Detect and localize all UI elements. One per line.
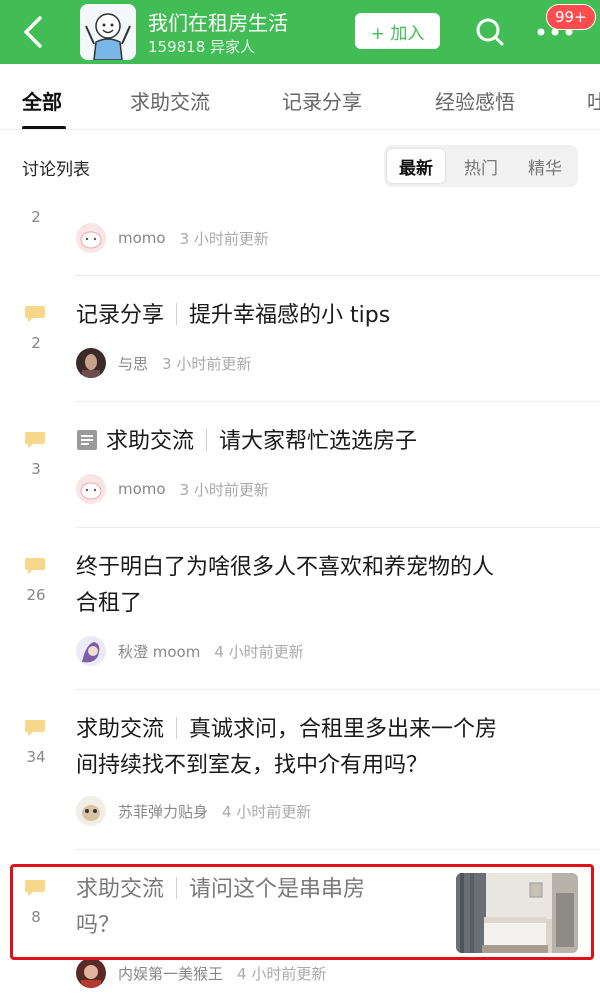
post-title[interactable]: 终于明白了为啥很多人不喜欢和养宠物的人 合租了 xyxy=(76,550,494,622)
sort-selector: 最新 热门 精华 xyxy=(384,145,578,187)
post-tag[interactable]: 记录分享 xyxy=(76,303,164,328)
comment-icon xyxy=(25,720,45,736)
category-tabs: 全部 求助交流 记录分享 经验感悟 吐 xyxy=(0,64,600,130)
post-meta: momo 3 小时前更新 xyxy=(76,474,269,504)
post-title-line1: 请问这个是串串房 xyxy=(189,877,366,902)
post-meta: 秋澄 moom 4 小时前更新 xyxy=(76,636,304,666)
comment-icon xyxy=(25,558,45,574)
post-title[interactable]: 求助交流 请大家帮忙选选房子 xyxy=(76,424,417,460)
update-time: 3 小时前更新 xyxy=(162,354,252,373)
comment-count: 2 xyxy=(31,334,41,352)
post-title-line2: 合租了 xyxy=(76,591,143,616)
tab-share[interactable]: 记录分享 xyxy=(282,86,362,115)
list-item[interactable]: 2 记录分享 提升幸福感的小 tips 与思 3 小时前更新 xyxy=(0,276,600,402)
back-arrow-icon[interactable] xyxy=(18,12,48,52)
comment-icon xyxy=(25,880,45,896)
avatar[interactable] xyxy=(76,636,106,666)
post-title-text: 提升幸福感的小 tips xyxy=(189,303,391,328)
update-time: 4 小时前更新 xyxy=(222,802,312,821)
avatar[interactable] xyxy=(76,958,106,988)
group-header: 我们在租房生活 159818 异家人 + 加入 99+ xyxy=(0,0,600,64)
comment-count: 2 xyxy=(31,208,41,226)
comment-count: 8 xyxy=(31,908,41,926)
sort-featured[interactable]: 精华 xyxy=(516,149,574,183)
post-tag[interactable]: 求助交流 xyxy=(76,717,164,742)
post-tag[interactable]: 求助交流 xyxy=(106,429,194,454)
avatar[interactable] xyxy=(76,223,106,253)
sort-hot[interactable]: 热门 xyxy=(452,149,510,183)
tab-more[interactable]: 吐 xyxy=(587,86,600,115)
post-title-line2: 间持续找不到室友，找中介有用吗？ xyxy=(76,753,429,778)
list-item[interactable]: 3 求助交流 请大家帮忙选选房子 momo 3 小时前更新 xyxy=(0,402,600,528)
post-title-line1: 终于明白了为啥很多人不喜欢和养宠物的人 xyxy=(76,555,495,580)
comment-count: 34 xyxy=(26,748,46,766)
list-title: 讨论列表 xyxy=(22,160,90,180)
tab-experience[interactable]: 经验感悟 xyxy=(435,86,515,115)
author-name[interactable]: 苏菲弹力贴身 xyxy=(118,801,208,822)
document-icon xyxy=(77,430,97,450)
group-title: 我们在租房生活 xyxy=(148,11,288,35)
tab-all[interactable]: 全部 xyxy=(22,86,62,115)
active-tab-indicator xyxy=(22,126,66,129)
post-title[interactable]: 求助交流 请问这个是串串房吗？ xyxy=(76,872,365,944)
list-item[interactable]: 26 终于明白了为啥很多人不喜欢和养宠物的人 合租了 秋澄 moom 4 小时前更… xyxy=(0,528,600,690)
post-tag[interactable]: 求助交流 xyxy=(76,877,164,902)
post-meta: momo 3 小时前更新 xyxy=(76,223,269,253)
update-time: 4 小时前更新 xyxy=(214,642,304,661)
author-name[interactable]: 与思 xyxy=(118,353,148,374)
discussion-list-header: 讨论列表 最新 热门 精华 xyxy=(0,131,600,203)
author-name[interactable]: momo xyxy=(118,480,166,498)
avatar[interactable] xyxy=(76,796,106,826)
search-icon[interactable] xyxy=(470,12,510,52)
comment-count: 26 xyxy=(26,586,46,604)
post-thumbnail[interactable] xyxy=(456,873,578,953)
sort-latest[interactable]: 最新 xyxy=(387,149,445,183)
avatar[interactable] xyxy=(76,348,106,378)
post-title-line2: 吗？ xyxy=(76,913,121,938)
tab-help[interactable]: 求助交流 xyxy=(130,86,210,115)
discussion-list: 2 momo 3 小时前更新 2 记录分享 提升幸福感的小 tips 与思 3 小… xyxy=(0,170,600,997)
post-title[interactable]: 求助交流 真诚求问，合租里多出来一个房间持续找不到室友，找中介有用吗？ xyxy=(76,712,497,784)
list-item[interactable]: 8 求助交流 请问这个是串串房吗？ 内娱第一美猴王 4 小时前更新 xyxy=(0,850,600,997)
post-meta: 苏菲弹力贴身 4 小时前更新 xyxy=(76,796,311,826)
author-name[interactable]: momo xyxy=(118,229,166,247)
update-time: 3 小时前更新 xyxy=(179,480,269,499)
update-time: 4 小时前更新 xyxy=(237,964,327,983)
comment-icon xyxy=(25,432,45,448)
comment-icon xyxy=(25,306,45,322)
notification-badge: 99+ xyxy=(546,4,596,30)
member-count: 159818 异家人 xyxy=(148,38,256,56)
author-name[interactable]: 秋澄 moom xyxy=(118,641,200,662)
post-meta: 内娱第一美猴王 4 小时前更新 xyxy=(76,958,326,988)
join-group-button[interactable]: + 加入 xyxy=(355,13,440,49)
comment-count: 3 xyxy=(31,460,41,478)
post-title-line1: 真诚求问，合租里多出来一个房 xyxy=(189,717,498,742)
post-meta: 与思 3 小时前更新 xyxy=(76,348,251,378)
author-name[interactable]: 内娱第一美猴王 xyxy=(118,963,223,984)
group-avatar[interactable] xyxy=(80,4,136,60)
list-item[interactable]: 34 求助交流 真诚求问，合租里多出来一个房间持续找不到室友，找中介有用吗？ 苏菲… xyxy=(0,690,600,850)
post-title[interactable]: 记录分享 提升幸福感的小 tips xyxy=(76,298,390,334)
update-time: 3 小时前更新 xyxy=(179,229,269,248)
post-title-text: 请大家帮忙选选房子 xyxy=(219,429,418,454)
avatar[interactable] xyxy=(76,474,106,504)
